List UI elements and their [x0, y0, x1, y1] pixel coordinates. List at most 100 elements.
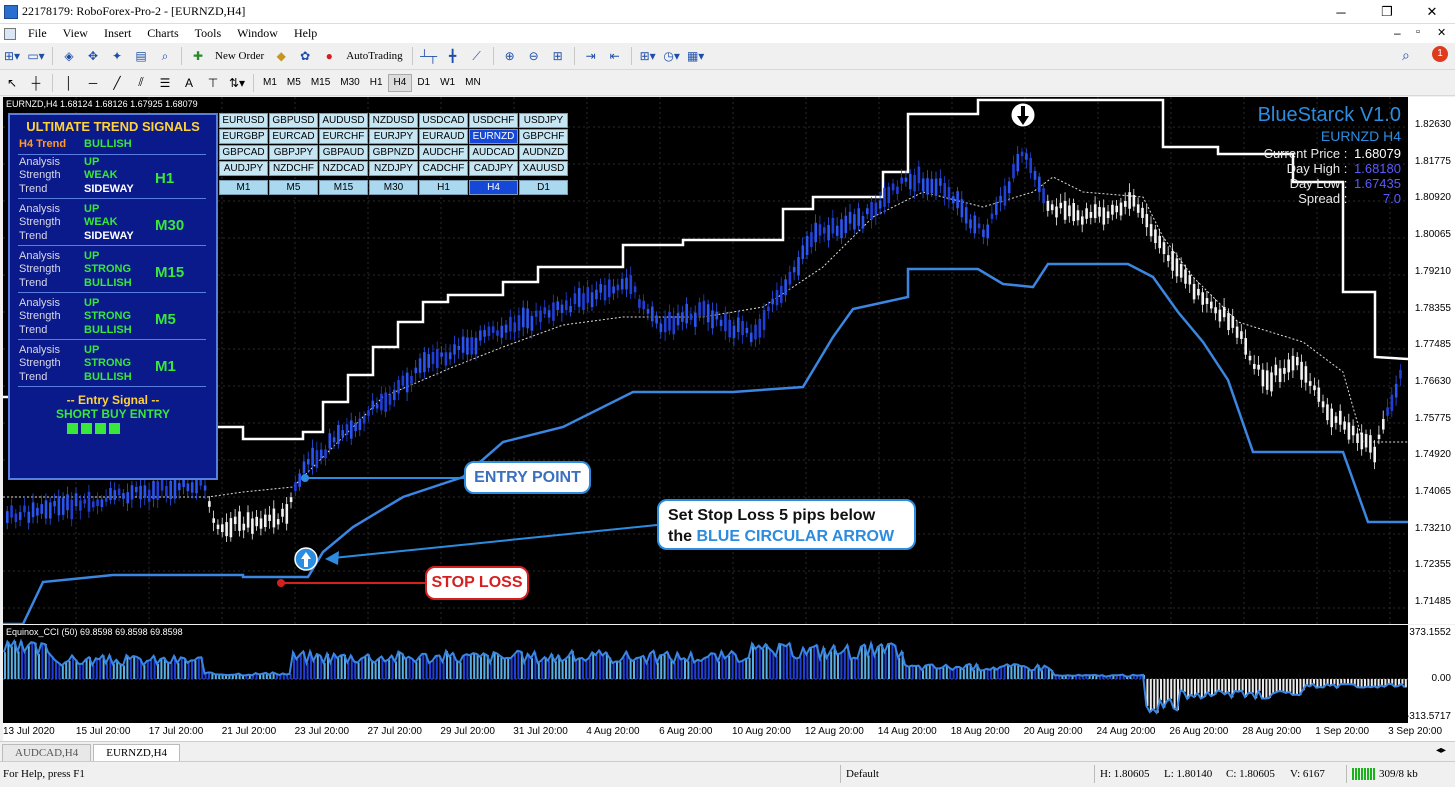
tabs-scroll-icon[interactable]: ◂▸	[1436, 745, 1446, 756]
profiles-icon[interactable]: ▭▾	[26, 46, 46, 66]
trendline-icon[interactable]: ╱	[107, 73, 127, 93]
symbol-button-eurusd[interactable]: EURUSD	[219, 113, 268, 128]
search-icon[interactable]: ⌕	[1402, 47, 1410, 64]
symbol-button-gbpchf[interactable]: GBPCHF	[519, 129, 568, 144]
autotrading-icon[interactable]: ●	[319, 46, 339, 66]
grid-tf-h1[interactable]: H1	[419, 180, 468, 195]
symbol-button-nzdusd[interactable]: NZDUSD	[369, 113, 418, 128]
restore-button[interactable]: ❐	[1364, 0, 1410, 24]
grid-tf-m30[interactable]: M30	[369, 180, 418, 195]
periods-icon[interactable]: ◷▾	[662, 46, 682, 66]
menu-tools[interactable]: Tools	[187, 26, 230, 41]
tf-mn[interactable]: MN	[460, 74, 486, 92]
autotrading-button[interactable]: AutoTrading	[343, 46, 405, 66]
auto-scroll-icon[interactable]: ⇥	[581, 46, 601, 66]
tf-m15[interactable]: M15	[306, 74, 335, 92]
market-watch-icon[interactable]: ◈	[59, 46, 79, 66]
tf-d1[interactable]: D1	[412, 74, 435, 92]
tf-m30[interactable]: M30	[335, 74, 364, 92]
bar-chart-icon[interactable]: ┴┬	[419, 46, 439, 66]
symbol-button-usdcad[interactable]: USDCAD	[419, 113, 468, 128]
minimize-button[interactable]: ─	[1318, 0, 1364, 24]
symbol-button-eurjpy[interactable]: EURJPY	[369, 129, 418, 144]
signals-icon[interactable]: ✿	[295, 46, 315, 66]
symbol-button-eurgbp[interactable]: EURGBP	[219, 129, 268, 144]
menu-insert[interactable]: Insert	[96, 26, 139, 41]
data-window-icon[interactable]: ✥	[83, 46, 103, 66]
symbol-button-usdchf[interactable]: USDCHF	[469, 113, 518, 128]
symbol-button-gbpaud[interactable]: GBPAUD	[319, 145, 368, 160]
cci-bar	[765, 644, 768, 679]
symbol-button-usdjpy[interactable]: USDJPY	[519, 113, 568, 128]
mdi-minimize-button[interactable]: –	[1394, 26, 1401, 40]
indicator-window[interactable]: Equinox_CCI (50) 69.8598 69.8598 69.8598	[3, 625, 1408, 723]
grid-tf-m5[interactable]: M5	[269, 180, 318, 195]
menu-view[interactable]: View	[55, 26, 96, 41]
symbol-button-gbpusd[interactable]: GBPUSD	[269, 113, 318, 128]
tf-h4[interactable]: H4	[387, 73, 413, 92]
indicators-icon[interactable]: ⊞▾	[638, 46, 658, 66]
symbol-button-audusd[interactable]: AUDUSD	[319, 113, 368, 128]
symbol-button-audcad[interactable]: AUDCAD	[469, 145, 518, 160]
new-order-icon[interactable]: ✚	[188, 46, 208, 66]
symbol-button-audnzd[interactable]: AUDNZD	[519, 145, 568, 160]
symbol-button-nzdjpy[interactable]: NZDJPY	[369, 161, 418, 176]
notification-icon[interactable]: 1	[1432, 46, 1448, 62]
grid-tf-m15[interactable]: M15	[319, 180, 368, 195]
menu-window[interactable]: Window	[229, 26, 286, 41]
horizontal-line-icon[interactable]: ─	[83, 73, 103, 93]
symbol-button-audchf[interactable]: AUDCHF	[419, 145, 468, 160]
mdi-restore-button[interactable]: ▫	[1416, 26, 1420, 38]
symbol-button-eurcad[interactable]: EURCAD	[269, 129, 318, 144]
symbol-button-audjpy[interactable]: AUDJPY	[219, 161, 268, 176]
symbol-button-euraud[interactable]: EURAUD	[419, 129, 468, 144]
tab-eurnzd-h4[interactable]: EURNZD,H4	[93, 744, 181, 761]
symbol-button-gbpjpy[interactable]: GBPJPY	[269, 145, 318, 160]
grid-tf-m1[interactable]: M1	[219, 180, 268, 195]
mdi-close-button[interactable]: ✕	[1437, 26, 1446, 39]
symbol-button-cadchf[interactable]: CADCHF	[419, 161, 468, 176]
menu-file[interactable]: File	[20, 26, 55, 41]
navigator-icon[interactable]: ✦	[107, 46, 127, 66]
tf-w1[interactable]: W1	[435, 74, 460, 92]
tf-h1[interactable]: H1	[365, 74, 388, 92]
close-button[interactable]: ✕	[1409, 0, 1455, 24]
arrows-icon[interactable]: ⇅▾	[227, 73, 247, 93]
tile-windows-icon[interactable]: ⊞	[548, 46, 568, 66]
symbol-button-nzdcad[interactable]: NZDCAD	[319, 161, 368, 176]
symbol-button-xauusd[interactable]: XAUUSD	[519, 161, 568, 176]
text-icon[interactable]: A	[179, 73, 199, 93]
symbol-button-gbpcad[interactable]: GBPCAD	[219, 145, 268, 160]
tab-audcad-h4[interactable]: AUDCAD,H4	[2, 744, 92, 761]
fibonacci-icon[interactable]: ☰	[155, 73, 175, 93]
tf-m5[interactable]: M5	[282, 74, 306, 92]
mdi-window-icon[interactable]	[4, 27, 16, 40]
cursor-icon[interactable]: ↖	[2, 73, 22, 93]
templates-icon[interactable]: ▦▾	[686, 46, 706, 66]
new-chart-icon[interactable]: ⊞▾	[2, 46, 22, 66]
new-order-button[interactable]: New Order	[212, 46, 267, 66]
grid-tf-d1[interactable]: D1	[519, 180, 568, 195]
zoom-in-icon[interactable]: ⊕	[500, 46, 520, 66]
vertical-line-icon[interactable]: │	[59, 73, 79, 93]
crosshair-icon[interactable]: ┼	[26, 73, 46, 93]
candlestick-icon[interactable]: ╋	[443, 46, 463, 66]
grid-tf-h4[interactable]: H4	[469, 180, 518, 195]
menu-help[interactable]: Help	[286, 26, 325, 41]
tester-icon[interactable]: ⌕	[155, 46, 175, 66]
symbol-button-cadjpy[interactable]: CADJPY	[469, 161, 518, 176]
symbol-button-gbpnzd[interactable]: GBPNZD	[369, 145, 418, 160]
menu-charts[interactable]: Charts	[139, 26, 186, 41]
symbol-button-eurchf[interactable]: EURCHF	[319, 129, 368, 144]
symbol-button-eurnzd[interactable]: EURNZD	[469, 129, 518, 144]
line-chart-icon[interactable]: ⟋	[467, 46, 487, 66]
metaeditor-icon[interactable]: ◆	[271, 46, 291, 66]
analysis-value: UP	[84, 297, 100, 309]
label-icon[interactable]: ⊤	[203, 73, 223, 93]
symbol-button-nzdchf[interactable]: NZDCHF	[269, 161, 318, 176]
channel-icon[interactable]: ⫽	[131, 73, 151, 93]
chart-shift-icon[interactable]: ⇤	[605, 46, 625, 66]
zoom-out-icon[interactable]: ⊖	[524, 46, 544, 66]
terminal-icon[interactable]: ▤	[131, 46, 151, 66]
tf-m1[interactable]: M1	[258, 74, 282, 92]
